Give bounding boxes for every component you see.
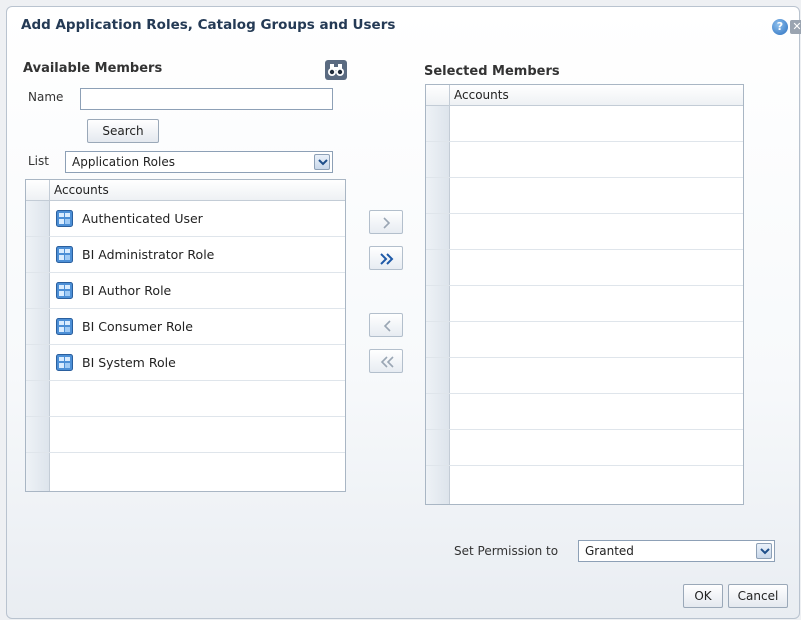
row-gutter-cell <box>426 466 450 502</box>
add-members-dialog: Add Application Roles, Catalog Groups an… <box>6 6 801 619</box>
table-corner <box>426 85 450 106</box>
move-all-left-button[interactable] <box>369 349 403 373</box>
empty-row <box>426 430 743 466</box>
move-right-icon <box>383 217 391 229</box>
empty-row <box>426 142 743 178</box>
row-gutter-cell <box>26 237 50 272</box>
move-right-button[interactable] <box>369 210 403 234</box>
empty-row <box>426 466 743 502</box>
list-item-label: Authenticated User <box>82 211 203 226</box>
row-gutter-cell <box>426 430 450 465</box>
available-accounts-table: Accounts Authenticated User BI Administr <box>25 179 346 492</box>
row-gutter-cell <box>426 322 450 357</box>
list-item[interactable]: Authenticated User <box>26 201 345 237</box>
row-gutter-cell <box>26 273 50 308</box>
row-gutter-cell <box>426 142 450 177</box>
list-item-label: BI System Role <box>82 355 176 370</box>
list-label: List <box>28 154 49 168</box>
list-item[interactable]: BI Consumer Role <box>26 309 345 345</box>
permission-select[interactable]: Granted <box>578 540 775 562</box>
column-header-accounts[interactable]: Accounts <box>450 85 743 106</box>
row-gutter-cell <box>426 358 450 393</box>
name-input[interactable] <box>80 88 333 110</box>
row-gutter-cell <box>26 453 50 489</box>
move-left-button[interactable] <box>369 313 403 337</box>
move-all-right-icon <box>380 253 394 265</box>
row-gutter-cell <box>426 178 450 213</box>
selected-members-title: Selected Members <box>424 64 560 79</box>
row-gutter-cell <box>426 250 450 285</box>
row-gutter-cell <box>426 106 450 141</box>
dialog-title: Add Application Roles, Catalog Groups an… <box>21 17 396 33</box>
row-gutter-cell <box>426 286 450 321</box>
application-role-icon <box>56 210 73 227</box>
move-all-left-icon <box>380 356 394 368</box>
available-members-title: Available Members <box>23 61 163 76</box>
row-gutter-cell <box>26 381 50 416</box>
row-gutter-cell <box>26 417 50 452</box>
chevron-down-icon[interactable] <box>756 543 772 559</box>
binoculars-icon[interactable] <box>325 60 347 80</box>
cancel-button[interactable]: Cancel <box>728 584 788 608</box>
application-role-icon <box>56 246 73 263</box>
empty-row <box>426 358 743 394</box>
row-gutter-cell <box>26 201 50 236</box>
empty-row <box>426 106 743 142</box>
column-header-accounts[interactable]: Accounts <box>50 180 345 201</box>
table-corner <box>26 180 50 201</box>
application-role-icon <box>56 282 73 299</box>
move-all-right-button[interactable] <box>369 246 403 270</box>
list-select[interactable]: Application Roles <box>65 151 333 173</box>
row-gutter-cell <box>26 345 50 380</box>
row-gutter-cell <box>426 214 450 249</box>
permission-select-value: Granted <box>585 544 634 558</box>
close-icon[interactable]: ✕ <box>790 20 801 34</box>
ok-button[interactable]: OK <box>683 584 723 608</box>
list-select-value: Application Roles <box>72 155 175 169</box>
empty-row <box>426 250 743 286</box>
list-item[interactable]: BI Administrator Role <box>26 237 345 273</box>
set-permission-label: Set Permission to <box>454 544 559 558</box>
empty-row <box>426 178 743 214</box>
application-role-icon <box>56 354 73 371</box>
empty-row <box>26 381 345 417</box>
move-left-icon <box>383 320 391 332</box>
search-button[interactable]: Search <box>87 119 159 143</box>
empty-row <box>426 322 743 358</box>
empty-row <box>426 394 743 430</box>
help-icon[interactable]: ? <box>772 19 788 35</box>
empty-row <box>26 417 345 453</box>
empty-row <box>426 286 743 322</box>
empty-row <box>426 214 743 250</box>
list-item[interactable]: BI System Role <box>26 345 345 381</box>
selected-accounts-table: Accounts <box>425 84 744 505</box>
name-label: Name <box>28 90 64 104</box>
list-item-label: BI Author Role <box>82 283 172 298</box>
row-gutter-cell <box>26 309 50 344</box>
list-item-label: BI Consumer Role <box>82 319 193 334</box>
chevron-down-icon[interactable] <box>314 154 330 170</box>
list-item[interactable]: BI Author Role <box>26 273 345 309</box>
list-item-label: BI Administrator Role <box>82 247 215 262</box>
application-role-icon <box>56 318 73 335</box>
row-gutter-cell <box>426 394 450 429</box>
empty-row <box>26 453 345 489</box>
